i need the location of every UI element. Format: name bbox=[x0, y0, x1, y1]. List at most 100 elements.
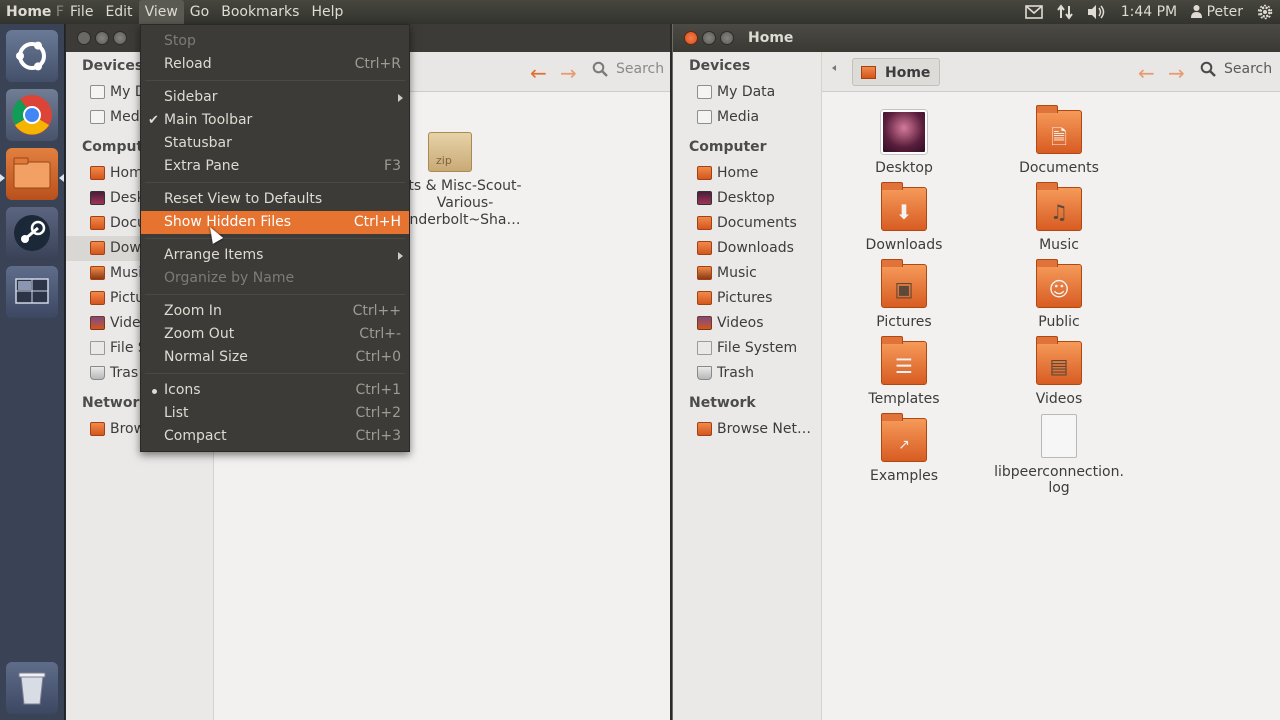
menu-item-compact[interactable]: Compact Ctrl+3 bbox=[141, 425, 409, 448]
menu-separator bbox=[145, 80, 405, 81]
file-item-public[interactable]: ☺ Public bbox=[994, 259, 1124, 330]
launcher bbox=[0, 24, 65, 720]
back-arrow-icon[interactable]: ← bbox=[530, 61, 547, 85]
forward-arrow-icon[interactable]: → bbox=[560, 61, 577, 85]
search-icon bbox=[592, 61, 608, 77]
search-button[interactable]: Search bbox=[592, 61, 664, 77]
chromium-icon[interactable] bbox=[6, 89, 58, 141]
menu-item-arrange-items[interactable]: Arrange Items bbox=[141, 244, 409, 267]
sidebar-item-home[interactable]: Home bbox=[673, 161, 821, 186]
menu-item-extra-pane[interactable]: Extra Pane F3 bbox=[141, 155, 409, 178]
menu-item-stop[interactable]: Stop bbox=[141, 30, 409, 53]
file-view: Desktop 🗎 Documents ⬇ Downloads ♫ Music … bbox=[822, 92, 1280, 720]
file-item-videos[interactable]: ▤ Videos bbox=[994, 336, 1124, 407]
menu-bookmarks[interactable]: Bookmarks bbox=[215, 0, 305, 24]
sidebar-item-media[interactable]: Media bbox=[673, 105, 821, 130]
sidebar-item-documents[interactable]: Documents bbox=[673, 211, 821, 236]
files-window-home: Home Devices My Data Media Computer Home… bbox=[672, 24, 1280, 720]
sidebar-item-music[interactable]: Music bbox=[673, 261, 821, 286]
desktop-icon bbox=[697, 191, 712, 205]
file-item-libpeerconnection-log[interactable]: libpeerconnection. log bbox=[994, 414, 1124, 496]
file-item-templates[interactable]: ☰ Templates bbox=[839, 336, 969, 407]
network-icon[interactable] bbox=[1050, 4, 1080, 20]
menu-go[interactable]: Go bbox=[184, 0, 215, 24]
menu-item-zoom-in[interactable]: Zoom In Ctrl++ bbox=[141, 300, 409, 323]
app-title: Home F bbox=[6, 4, 64, 20]
menu-item-zoom-out[interactable]: Zoom Out Ctrl+- bbox=[141, 323, 409, 346]
forward-arrow-icon[interactable]: → bbox=[1168, 61, 1185, 85]
top-panel: Home F File Edit View Go Bookmarks Help … bbox=[0, 0, 1280, 24]
music-folder-icon bbox=[697, 266, 712, 280]
radio-bullet-icon bbox=[152, 389, 157, 394]
sidebar-item-file-system[interactable]: File System bbox=[673, 336, 821, 361]
menu-item-icons[interactable]: Icons Ctrl+1 bbox=[141, 379, 409, 402]
files-icon[interactable] bbox=[6, 148, 58, 200]
maximize-icon[interactable] bbox=[113, 31, 127, 45]
menu-edit[interactable]: Edit bbox=[99, 0, 138, 24]
templates-folder-icon: ☰ bbox=[881, 336, 927, 385]
search-button[interactable]: Search bbox=[1200, 61, 1272, 77]
breadcrumb-scroll-left-icon[interactable] bbox=[832, 65, 836, 71]
focus-indicator bbox=[59, 174, 64, 182]
ubuntu-logo-icon[interactable] bbox=[6, 30, 58, 82]
minimize-icon[interactable] bbox=[95, 31, 109, 45]
zip-file-name[interactable]: ts & Misc-Scout- Various- nderbolt~Sha… bbox=[404, 178, 526, 229]
videos-folder-icon bbox=[90, 316, 105, 330]
minimize-icon[interactable] bbox=[702, 31, 716, 45]
clock[interactable]: 1:44 PM bbox=[1114, 0, 1184, 24]
volume-icon[interactable] bbox=[1080, 4, 1114, 20]
menu-help[interactable]: Help bbox=[305, 0, 349, 24]
sidebar-item-browse-network[interactable]: Browse Net… bbox=[673, 417, 821, 442]
sidebar-item-videos[interactable]: Videos bbox=[673, 311, 821, 336]
downloads-folder-icon bbox=[697, 241, 712, 255]
back-arrow-icon[interactable]: ← bbox=[1138, 61, 1155, 85]
breadcrumb-home[interactable]: Home bbox=[852, 58, 941, 86]
menu-separator bbox=[145, 373, 405, 374]
file-item-documents[interactable]: 🗎 Documents bbox=[994, 105, 1124, 176]
steam-icon[interactable] bbox=[6, 207, 58, 259]
menubar: File Edit View Go Bookmarks Help bbox=[64, 0, 349, 24]
menu-item-statusbar[interactable]: Statusbar bbox=[141, 132, 409, 155]
menu-file[interactable]: File bbox=[64, 0, 99, 24]
view-menu: Stop Reload Ctrl+R Sidebar ✔ Main Toolbar … bbox=[140, 24, 410, 452]
close-icon[interactable] bbox=[684, 31, 698, 45]
file-item-downloads[interactable]: ⬇ Downloads bbox=[839, 182, 969, 253]
sidebar-item-trash[interactable]: Trash bbox=[673, 361, 821, 386]
close-icon[interactable] bbox=[77, 31, 91, 45]
trash-icon bbox=[90, 366, 105, 380]
file-item-pictures[interactable]: ▣ Pictures bbox=[839, 259, 969, 330]
drive-icon bbox=[90, 85, 105, 99]
file-item-desktop[interactable]: Desktop bbox=[839, 110, 969, 176]
trash-icon[interactable] bbox=[6, 662, 58, 714]
mail-icon[interactable] bbox=[1018, 5, 1050, 19]
file-item-music[interactable]: ♫ Music bbox=[994, 182, 1124, 253]
file-system-icon bbox=[90, 341, 105, 355]
downloads-folder-icon: ⬇ bbox=[881, 182, 927, 231]
drive-icon bbox=[90, 110, 105, 124]
sidebar-item-my-data[interactable]: My Data bbox=[673, 80, 821, 105]
gear-icon[interactable] bbox=[1250, 4, 1280, 20]
menu-item-reload[interactable]: Reload Ctrl+R bbox=[141, 53, 409, 76]
user-menu[interactable]: Peter bbox=[1184, 0, 1250, 24]
menu-view[interactable]: View bbox=[138, 0, 184, 24]
sidebar-item-desktop[interactable]: Desktop bbox=[673, 186, 821, 211]
drive-icon bbox=[697, 85, 712, 99]
menu-item-reset-view[interactable]: Reset View to Defaults bbox=[141, 188, 409, 211]
file-item-examples[interactable]: ↗ Examples bbox=[839, 413, 969, 484]
sidebar-item-pictures[interactable]: Pictures bbox=[673, 286, 821, 311]
maximize-icon[interactable] bbox=[720, 31, 734, 45]
submenu-arrow-icon bbox=[398, 252, 403, 260]
menu-item-sidebar[interactable]: Sidebar bbox=[141, 86, 409, 109]
music-folder-icon: ♫ bbox=[1036, 182, 1082, 231]
workspace-switcher-icon[interactable] bbox=[6, 266, 58, 318]
sidebar-item-downloads[interactable]: Downloads bbox=[673, 236, 821, 261]
desktop-icon bbox=[90, 191, 105, 205]
user-name: Peter bbox=[1206, 4, 1243, 20]
menu-item-organize-by-name[interactable]: Organize by Name bbox=[141, 267, 409, 290]
menu-item-show-hidden-files[interactable]: Show Hidden Files Ctrl+H bbox=[141, 211, 409, 234]
desktop-icon bbox=[881, 110, 927, 154]
menu-item-main-toolbar[interactable]: ✔ Main Toolbar bbox=[141, 109, 409, 132]
menu-item-list[interactable]: List Ctrl+2 bbox=[141, 402, 409, 425]
menu-item-normal-size[interactable]: Normal Size Ctrl+0 bbox=[141, 346, 409, 369]
music-folder-icon bbox=[90, 266, 105, 280]
